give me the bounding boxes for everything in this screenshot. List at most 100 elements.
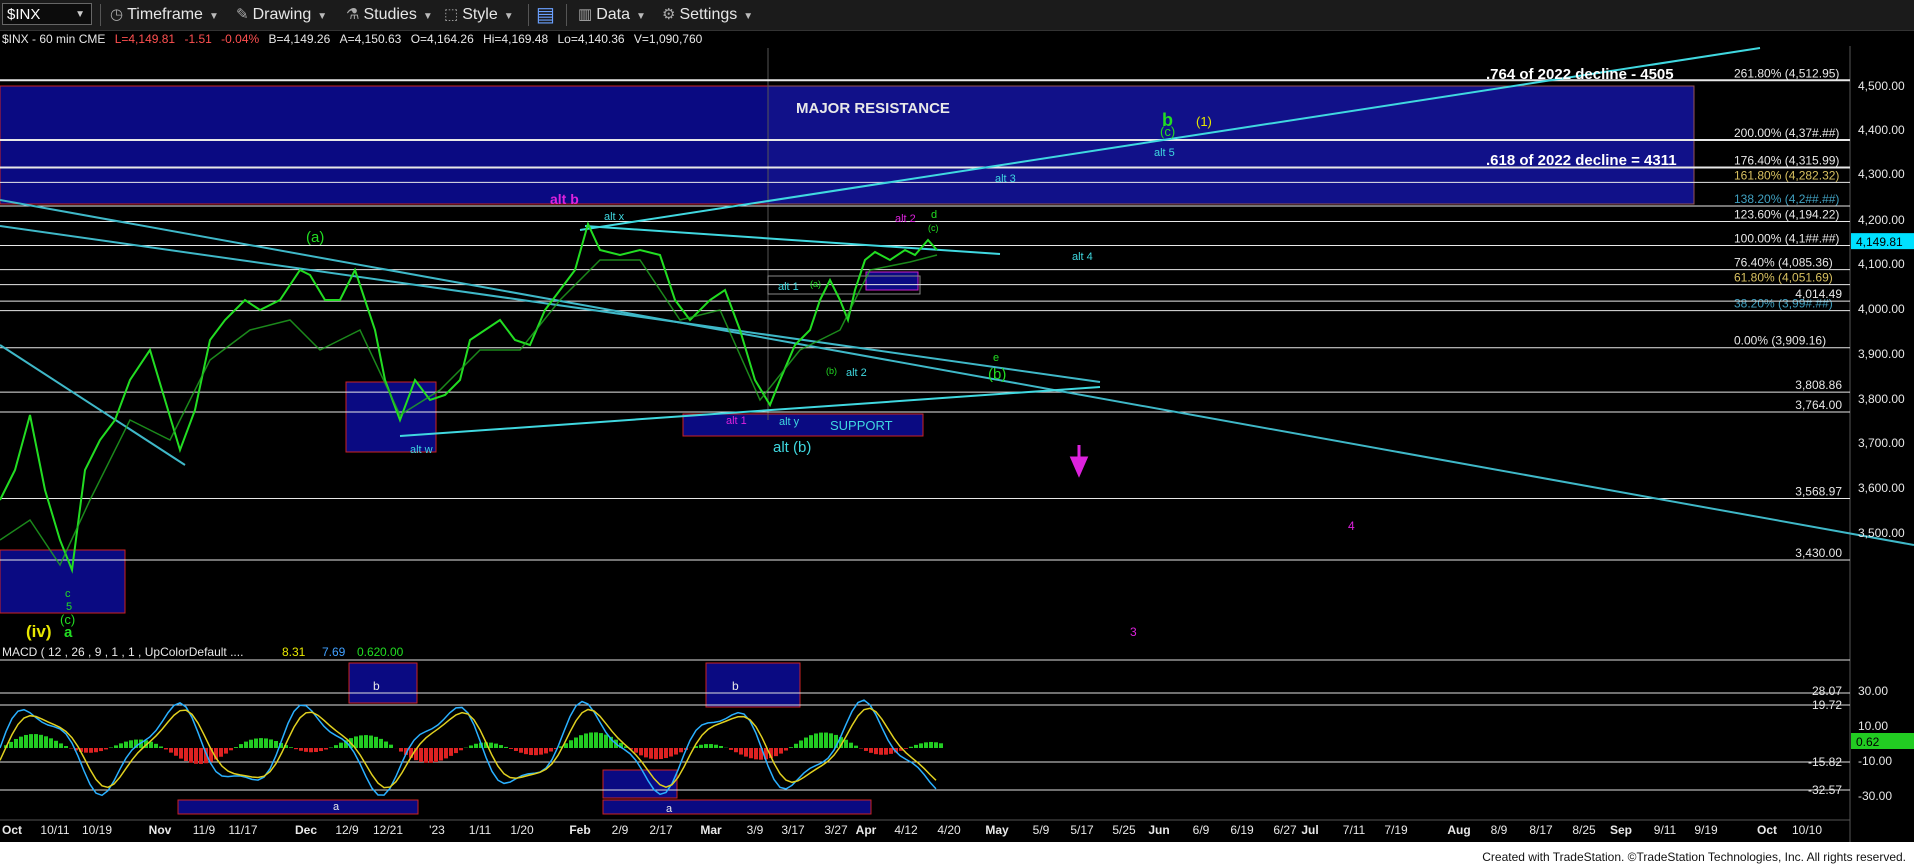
alt-1-magenta-label: alt 1 <box>726 415 747 427</box>
settings-menu[interactable]: ⚙ Settings ▼ <box>662 0 753 30</box>
symbol-input[interactable]: $INX ▼ <box>2 3 92 25</box>
wave-a-paren-label: (a) <box>306 229 324 246</box>
chevron-down-icon: ▼ <box>208 11 219 22</box>
flask-icon: ⚗ <box>346 6 360 23</box>
price-axis[interactable]: 4,500.00 4,400.00 4,300.00 4,200.00 4,100.00… <box>1808 79 1914 803</box>
macd-bar <box>219 748 223 757</box>
toolbar: $INX ▼ ◷ Timeframe ▼ ✎ Drawing ▼ ⚗ Studies ▼ ⬚ S… <box>0 0 1914 31</box>
time-tick-label: 11/9 <box>193 823 216 837</box>
symbol-value: $INX <box>7 6 41 23</box>
wave-1-label: (1) <box>1196 114 1212 129</box>
macd-layer <box>0 699 943 797</box>
studies-label: Studies <box>363 6 417 23</box>
macd-bar <box>939 743 943 748</box>
macd-bar <box>39 734 43 748</box>
macd-bar <box>104 748 108 750</box>
macd-bar <box>239 744 243 748</box>
macd-bar <box>654 748 658 760</box>
quote-bar: $INX - 60 min CME L=4,149.81 -1.51 -0.04… <box>2 32 702 46</box>
macd-bar <box>799 740 803 748</box>
macd-bar <box>449 748 453 756</box>
macd-bar <box>194 748 198 764</box>
time-tick-label: 1/20 <box>510 823 534 837</box>
macd-bar <box>374 736 378 748</box>
wave-4-label: 4 <box>1348 519 1355 533</box>
chevron-down-icon: ▼ <box>317 11 328 22</box>
layout-icon[interactable]: ▤ <box>536 0 555 30</box>
macd-bar <box>884 748 888 755</box>
macd-bar <box>819 732 823 748</box>
macd-bar <box>259 738 263 748</box>
macd-tick-label: 30.00 <box>1858 684 1888 698</box>
macd-bar <box>869 748 873 753</box>
data-menu[interactable]: ▥ Data ▼ <box>578 0 646 30</box>
chevron-down-icon[interactable]: ▼ <box>75 4 85 26</box>
macd-bar <box>99 748 103 752</box>
time-tick-label: Oct <box>1757 823 1777 837</box>
price-chart[interactable]: 261.80% (4,512.95) 200.00% (4,37#.##) 176.… <box>0 46 1914 842</box>
macd-bar <box>599 733 603 748</box>
macd-bar <box>249 739 253 748</box>
macd-bar <box>889 748 893 754</box>
alt-3-label: alt 3 <box>995 173 1016 185</box>
chevron-down-icon: ▼ <box>743 11 754 22</box>
price-line-label-2: 3,764.00 <box>1795 398 1842 412</box>
time-tick-label: 10/11 <box>40 823 69 837</box>
macd-a-zone-1 <box>177 799 419 815</box>
macd-bar <box>24 734 28 748</box>
macd-bar <box>359 735 363 748</box>
drawing-label: Drawing <box>252 6 312 23</box>
macd-title: MACD ( 12 , 26 , 9 , 1 , 1 , UpColorDefa… <box>2 645 243 659</box>
time-tick-label: 10/10 <box>1792 823 1822 837</box>
price-tick-label: 4,300.00 <box>1858 167 1905 181</box>
time-tick-label: 10/19 <box>82 823 112 837</box>
time-tick-label: 6/19 <box>1230 823 1254 837</box>
alt-w-label: alt w <box>410 444 433 456</box>
drawing-menu[interactable]: ✎ Drawing ▼ <box>236 0 327 30</box>
macd-bar <box>424 748 428 763</box>
macd-bar <box>469 745 473 748</box>
macd-value-3: 0.62 <box>357 645 381 659</box>
time-tick-label: 8/17 <box>1529 823 1553 837</box>
macd-bar <box>549 748 553 752</box>
macd-bar <box>84 748 88 753</box>
macd-bar <box>339 742 343 748</box>
timeframe-menu[interactable]: ◷ Timeframe ▼ <box>110 0 219 30</box>
studies-menu[interactable]: ⚗ Studies ▼ <box>346 0 433 30</box>
small-c-label: (c) <box>928 223 939 233</box>
wave-c-circle-label: (c) <box>1160 124 1175 139</box>
macd-bar <box>604 734 608 748</box>
style-menu[interactable]: ⬚ Style ▼ <box>444 0 514 30</box>
time-tick-label: Jul <box>1301 823 1318 837</box>
quote-open: O=4,164.26 <box>410 32 474 46</box>
macd-bar <box>699 744 703 748</box>
settings-label: Settings <box>679 6 738 23</box>
macd-bar <box>319 748 323 752</box>
macd-bar <box>269 739 273 748</box>
macd-bar <box>179 748 183 759</box>
time-axis[interactable]: Oct 10/11 10/19 Nov 11/9 11/17 Dec 12/9 12/21 '23… <box>0 819 1850 837</box>
style-icon: ⬚ <box>444 6 459 23</box>
macd-bar <box>644 748 648 758</box>
macd-bar <box>314 748 318 752</box>
macd-bar <box>9 741 13 748</box>
macd-bar <box>519 748 523 753</box>
april-zone <box>865 271 919 291</box>
support-label: SUPPORT <box>830 418 893 433</box>
macd-bar <box>164 748 168 750</box>
gear-icon: ⚙ <box>662 6 676 23</box>
macd-a-zone-3 <box>602 799 872 815</box>
macd-bar <box>439 748 443 761</box>
macd-bar <box>524 748 528 755</box>
time-tick-label: Feb <box>569 823 590 837</box>
time-tick-label: 2/9 <box>612 823 629 837</box>
macd-bar <box>254 738 258 748</box>
alt-4-label: alt 4 <box>1072 251 1093 263</box>
fib-label-6: 100.00% (4,1##.##) <box>1734 231 1839 245</box>
macd-bar <box>664 748 668 759</box>
macd-bar <box>649 748 653 759</box>
small-b-label: (b) <box>826 366 837 376</box>
alt-b-paren-label: alt (b) <box>773 439 811 456</box>
fib-label-10: 0.00% (3,909.16) <box>1734 334 1826 348</box>
macd-bar <box>499 745 503 748</box>
